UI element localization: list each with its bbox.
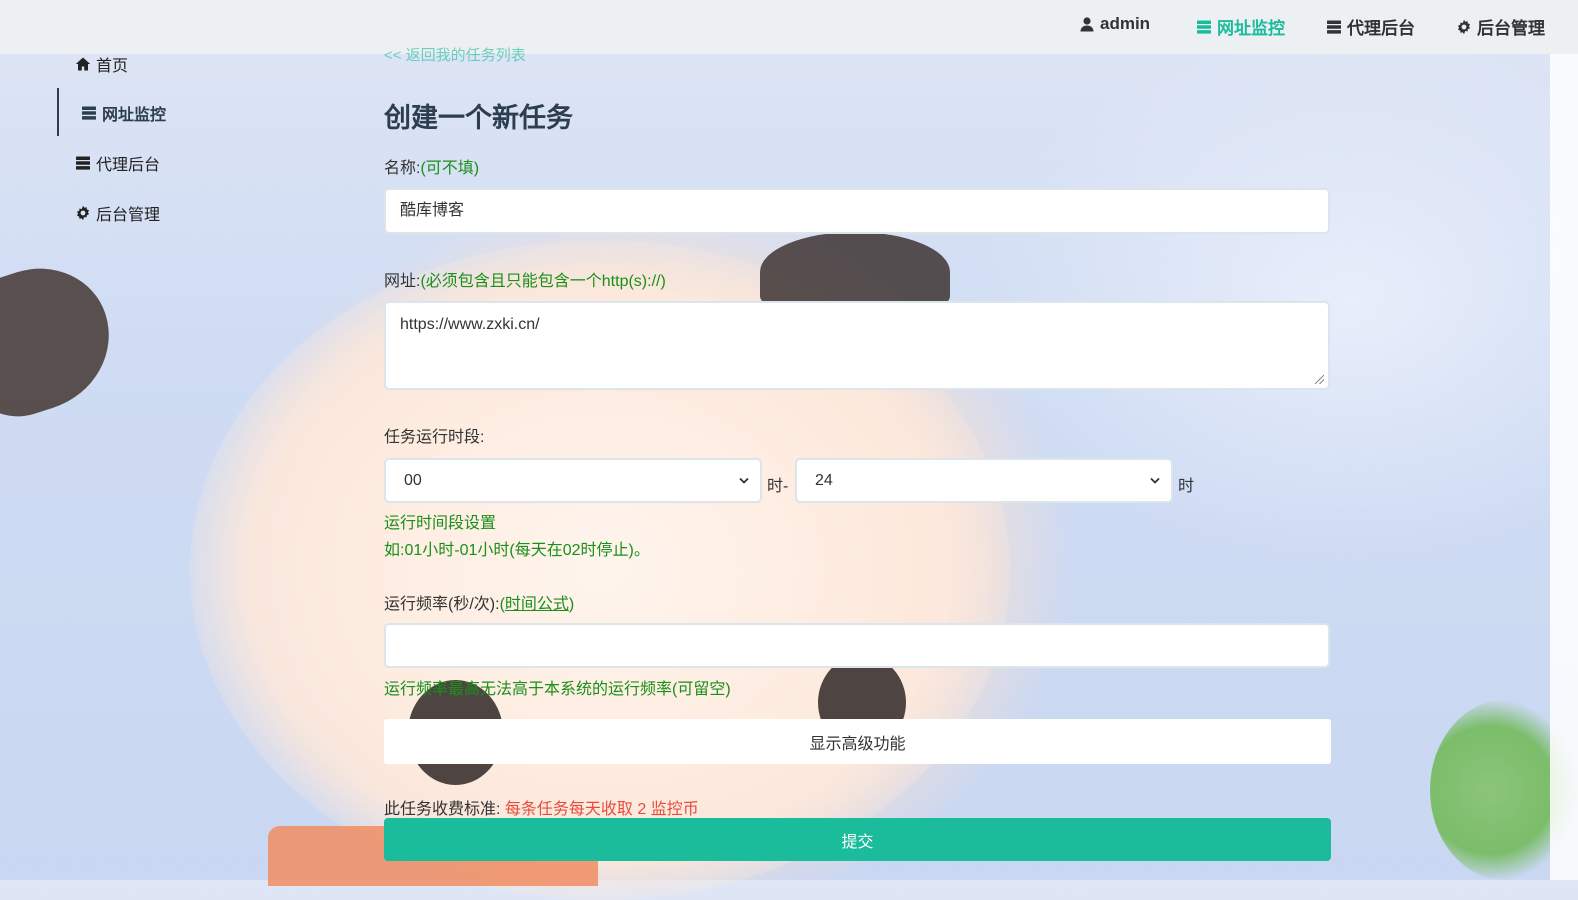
start-hour-suffix: 时-	[767, 478, 789, 495]
sidebar-item-admin-panel[interactable]: 后台管理	[74, 201, 160, 225]
end-hour-select[interactable]: 24	[795, 458, 1173, 503]
frequency-input[interactable]	[384, 623, 1330, 668]
task-name-input[interactable]: 酷库博客	[384, 188, 1330, 234]
name-label-text: 名称:	[384, 160, 421, 177]
nav-item-label: 网址监控	[1217, 19, 1285, 38]
fee-label: 此任务收费标准:	[384, 801, 501, 818]
sidebar-item-url-monitor[interactable]: 网址监控	[80, 101, 166, 125]
home-icon	[74, 55, 92, 73]
time-range-label: 任务运行时段:	[384, 429, 485, 446]
frequency-link-close: )	[568, 596, 575, 613]
fee-value: 每条任务每天收取 2 监控币	[504, 801, 699, 818]
frequency-help: 运行频率最高无法高于本系统的运行频率(可留空)	[384, 681, 731, 698]
nav-item-label: 代理后台	[1347, 19, 1415, 38]
time-range-help-title: 运行时间段设置	[384, 515, 497, 532]
end-hour-value: 24	[815, 472, 833, 489]
nav-item-admin-panel[interactable]: 后台管理	[1455, 14, 1545, 39]
page-title: 创建一个新任务	[384, 103, 573, 133]
submit-button[interactable]: 提交	[384, 818, 1331, 861]
name-field-label: 名称:(可不填)	[384, 154, 479, 178]
name-label-hint: (可不填)	[420, 160, 480, 177]
time-range-help-example: 如:01小时-01小时(每天在02时停止)。	[384, 542, 650, 559]
nav-item-proxy-backend[interactable]: 代理后台	[1325, 14, 1415, 39]
back-to-task-list-link[interactable]: << 返回我的任务列表	[384, 44, 526, 65]
background-shape	[760, 232, 950, 312]
chevron-down-icon	[1149, 460, 1161, 518]
fee-standard: 此任务收费标准: 每条任务每天收取 2 监控币	[384, 795, 699, 819]
sidebar-item-home[interactable]: 首页	[74, 52, 128, 76]
sidebar-item-label: 后台管理	[96, 207, 161, 224]
frequency-label: 运行频率(秒/次):(时间公式)	[384, 590, 574, 614]
end-hour-suffix: 时	[1178, 478, 1195, 495]
sidebar-active-indicator	[57, 88, 59, 136]
scrollbar-track[interactable]	[1550, 54, 1578, 880]
nav-user-admin[interactable]: admin	[1078, 14, 1150, 34]
gear-icon	[1455, 18, 1473, 36]
sidebar-item-proxy-backend[interactable]: 代理后台	[74, 151, 160, 175]
sidebar-item-label: 首页	[96, 58, 129, 75]
show-advanced-button[interactable]: 显示高级功能	[384, 719, 1331, 764]
start-hour-value: 00	[404, 472, 422, 489]
url-textarea[interactable]: https://www.zxki.cn/	[384, 301, 1330, 390]
top-navbar: admin 网址监控 代理后台 后台管理	[0, 0, 1578, 54]
url-label-text: 网址:	[384, 273, 421, 290]
chevron-down-icon	[738, 460, 750, 518]
time-formula-link[interactable]: 时间公式	[505, 596, 569, 613]
url-label-hint: (必须包含且只能包含一个http(s)://)	[420, 273, 666, 290]
url-textarea-value: https://www.zxki.cn/	[400, 316, 540, 333]
list-icon	[1195, 18, 1213, 36]
sidebar-item-label: 代理后台	[96, 157, 161, 174]
nav-item-label: 后台管理	[1477, 19, 1545, 38]
background-shape	[0, 250, 128, 430]
nav-user-label: admin	[1100, 14, 1151, 33]
nav-item-url-monitor[interactable]: 网址监控	[1195, 14, 1285, 39]
list-icon	[80, 104, 98, 122]
frequency-label-text: 运行频率(秒/次):	[384, 596, 500, 613]
resize-handle-icon[interactable]	[1315, 375, 1324, 384]
user-icon	[1078, 15, 1096, 33]
list-icon	[1325, 18, 1343, 36]
gear-icon	[74, 204, 92, 222]
url-field-label: 网址:(必须包含且只能包含一个http(s)://)	[384, 267, 666, 291]
list-icon	[74, 154, 92, 172]
sidebar-item-label: 网址监控	[102, 107, 167, 124]
start-hour-select[interactable]: 00	[384, 458, 762, 503]
